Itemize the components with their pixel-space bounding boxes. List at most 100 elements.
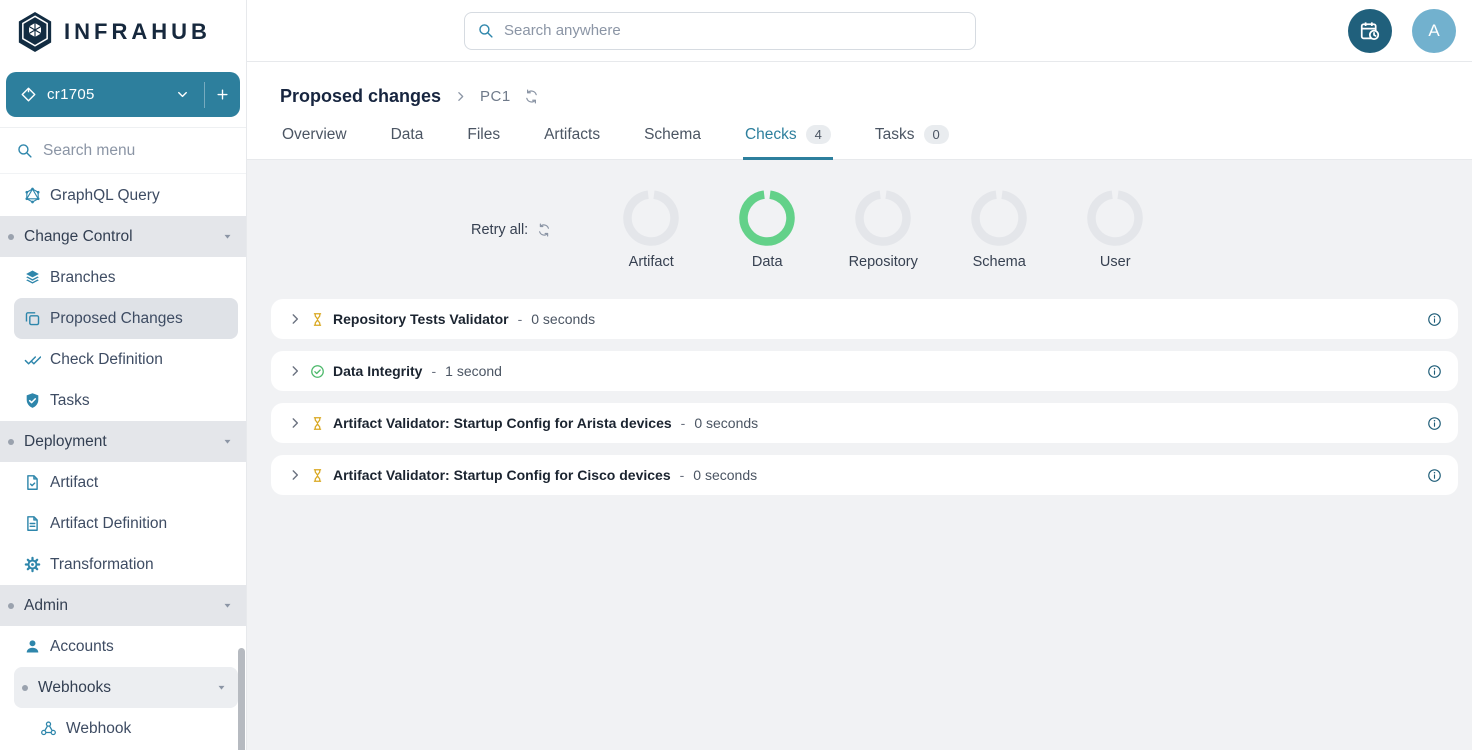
search-icon [16, 142, 33, 159]
breadcrumb: Proposed changes PC1 [247, 62, 1472, 121]
sidebar-item-check-definition[interactable]: Check Definition [0, 339, 246, 380]
sidebar: INFRAHUB cr1705 GraphQL Query Change Cont… [0, 0, 247, 750]
tab-tasks[interactable]: Tasks 0 [873, 121, 951, 160]
info-icon[interactable] [1427, 416, 1442, 431]
search-icon [477, 22, 494, 39]
tab-label: Overview [282, 126, 347, 144]
tab-label: Checks [745, 126, 797, 144]
branch-selector[interactable]: cr1705 [6, 72, 240, 117]
tab-files[interactable]: Files [465, 121, 502, 160]
tab-label: Schema [644, 126, 701, 144]
webhook-icon [40, 720, 57, 737]
layers-icon [24, 269, 41, 286]
validator-duration: 0 seconds [531, 311, 595, 327]
expand-chevron-icon[interactable] [288, 416, 302, 430]
sidebar-item-webhook[interactable]: Webhook [0, 708, 246, 749]
sidebar-item-label: Branches [50, 269, 115, 287]
topbar: A [247, 0, 1472, 62]
retry-all-button[interactable] [537, 223, 551, 237]
sidebar-item-branches[interactable]: Branches [0, 257, 246, 298]
chevron-down-icon [175, 87, 190, 102]
sidebar-item-accounts[interactable]: Accounts [0, 626, 246, 667]
sidebar-group-deployment[interactable]: Deployment [0, 421, 246, 462]
global-search [464, 12, 976, 50]
main-area: A Proposed changes PC1 Overview Data Files… [247, 0, 1472, 750]
infrahub-logo[interactable]: INFRAHUB [0, 0, 246, 62]
time-travel-button[interactable] [1348, 9, 1392, 53]
info-icon[interactable] [1427, 468, 1442, 483]
sidebar-item-artifact[interactable]: Artifact [0, 462, 246, 503]
check-category-label: User [1100, 254, 1131, 270]
graphql-icon [24, 187, 41, 204]
menu-search-input[interactable] [43, 142, 213, 160]
check-category-schema: Schema [941, 190, 1057, 270]
info-icon[interactable] [1427, 364, 1442, 379]
check-category-artifact: Artifact [593, 190, 709, 270]
sidebar-item-graphql-query[interactable]: GraphQL Query [0, 175, 246, 216]
sidebar-group-change-control[interactable]: Change Control [0, 216, 246, 257]
validator-title: Artifact Validator: Startup Config for A… [333, 415, 672, 431]
group-bullet-icon [8, 439, 14, 445]
user-icon [24, 638, 41, 655]
sidebar-group-admin[interactable]: Admin [0, 585, 246, 626]
validator-duration: 1 second [445, 363, 502, 379]
branch-icon [20, 86, 37, 103]
sidebar-group-label: Change Control [24, 228, 133, 246]
progress-ring-idle [1087, 190, 1143, 246]
validator-duration: 0 seconds [694, 415, 758, 431]
expand-chevron-icon[interactable] [288, 364, 302, 378]
group-bullet-icon [8, 603, 14, 609]
breadcrumb-section[interactable]: Proposed changes [280, 86, 441, 107]
refresh-button[interactable] [524, 89, 539, 104]
chevron-down-icon [215, 681, 228, 694]
retry-all-label: Retry all: [471, 222, 528, 238]
sidebar-item-label: Check Definition [50, 351, 163, 369]
app-window: INFRAHUB cr1705 GraphQL Query Change Cont… [0, 0, 1472, 750]
sidebar-item-transformation[interactable]: Transformation [0, 544, 246, 585]
expand-chevron-icon[interactable] [288, 312, 302, 326]
check-category-user: User [1057, 190, 1173, 270]
sidebar-item-artifact-definition[interactable]: Artifact Definition [0, 503, 246, 544]
tab-label: Tasks [875, 126, 915, 144]
global-search-input[interactable] [504, 22, 963, 39]
menu-search [0, 128, 246, 174]
hourglass-icon [310, 468, 325, 483]
tab-data[interactable]: Data [389, 121, 426, 160]
sidebar-scrollbar-thumb[interactable] [238, 648, 245, 750]
sidebar-item-label: Artifact [50, 474, 98, 492]
calendar-clock-icon [1359, 20, 1381, 42]
check-category-repository: Repository [825, 190, 941, 270]
page-header: Proposed changes PC1 Overview Data Files Ar… [247, 62, 1472, 160]
sidebar-group-label: Webhooks [38, 679, 111, 697]
tab-overview[interactable]: Overview [280, 121, 349, 160]
avatar[interactable]: A [1412, 9, 1456, 53]
tab-checks[interactable]: Checks 4 [743, 121, 833, 160]
validator-row: Repository Tests Validator-0 seconds [271, 299, 1458, 339]
tab-badge: 0 [924, 125, 949, 144]
double-check-icon [24, 351, 41, 368]
sidebar-item-tasks[interactable]: Tasks [0, 380, 246, 421]
tab-schema[interactable]: Schema [642, 121, 703, 160]
check-categories: Artifact Data RepositorySchema User [593, 190, 1173, 270]
add-branch-icon[interactable] [215, 87, 230, 102]
check-category-label: Artifact [629, 254, 674, 270]
expand-chevron-icon[interactable] [288, 468, 302, 482]
check-category-label: Data [752, 254, 783, 270]
tab-artifacts[interactable]: Artifacts [542, 121, 602, 160]
validator-row: Artifact Validator: Startup Config for C… [271, 455, 1458, 495]
branch-name: cr1705 [47, 86, 95, 103]
sidebar-item-proposed-changes[interactable]: Proposed Changes [14, 298, 238, 339]
sidebar-item-label: Proposed Changes [50, 310, 183, 328]
group-bullet-icon [22, 685, 28, 691]
validator-title: Artifact Validator: Startup Config for C… [333, 467, 671, 483]
avatar-letter: A [1428, 21, 1439, 41]
sidebar-group-label: Deployment [24, 433, 107, 451]
chevron-down-icon [221, 230, 234, 243]
info-icon[interactable] [1427, 312, 1442, 327]
hourglass-icon [310, 416, 325, 431]
retry-section: Retry all: Artifact Data RepositorySchema U… [271, 190, 1458, 270]
hourglass-icon [310, 312, 325, 327]
sidebar-group-webhooks[interactable]: Webhooks [14, 667, 238, 708]
tab-badge: 4 [806, 125, 831, 144]
file-check-icon [24, 474, 41, 491]
